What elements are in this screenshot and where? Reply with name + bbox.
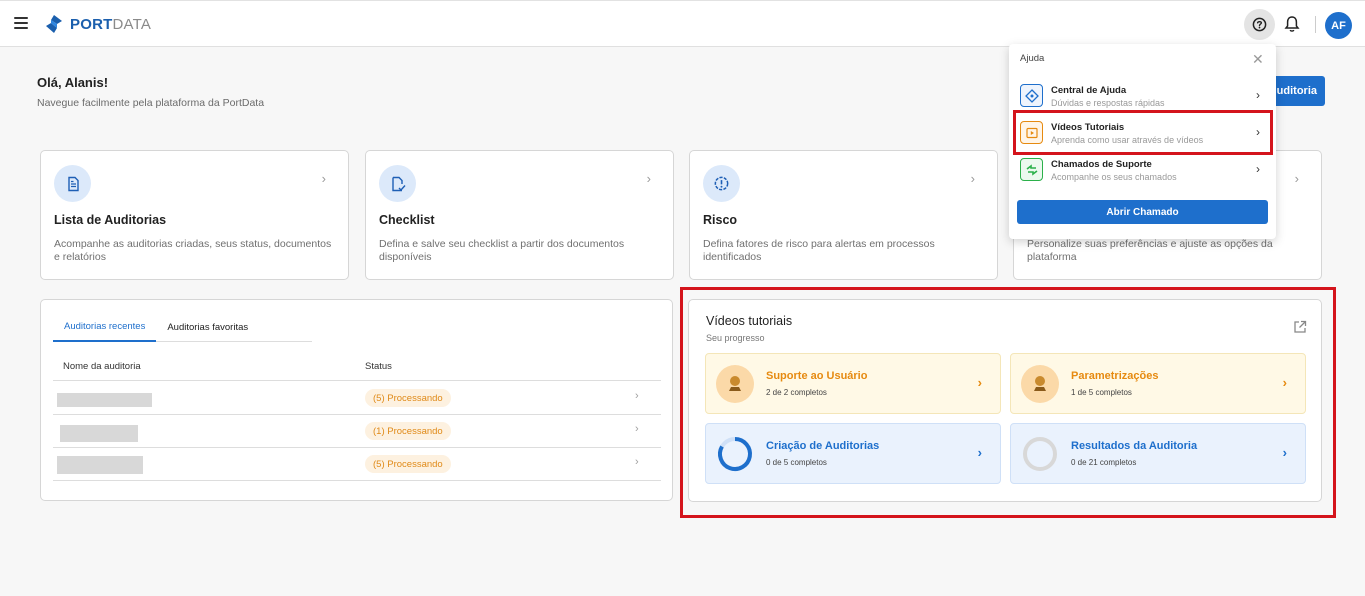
portdata-logo[interactable]: PORTDATA xyxy=(44,14,151,34)
card-description: Defina e salve seu checklist a partir do… xyxy=(379,238,625,263)
help-item-subtitle: Acompanhe os seus chamados xyxy=(1051,172,1177,182)
trophy-icon xyxy=(716,365,754,403)
video-course-parameters[interactable]: Parametrizações 1 de 5 completos › xyxy=(1010,353,1306,414)
video-tutorials-panel: Vídeos tutoriais Seu progresso Suporte a… xyxy=(688,299,1322,502)
column-header-status: Status xyxy=(365,361,392,372)
chevron-right-icon: › xyxy=(635,423,639,435)
status-badge: (5) Processando xyxy=(365,389,451,407)
chevron-right-icon: › xyxy=(321,171,326,186)
chevron-right-icon: › xyxy=(635,456,639,468)
help-item-support-tickets[interactable]: Chamados de Suporte Acompanhe os seus ch… xyxy=(1018,153,1269,187)
chevron-right-icon: › xyxy=(635,390,639,402)
support-ticket-icon xyxy=(1020,158,1043,181)
document-list-icon xyxy=(54,165,91,202)
column-header-name: Nome da auditoria xyxy=(63,361,141,372)
open-ticket-button[interactable]: Abrir Chamado xyxy=(1017,200,1268,224)
chevron-right-icon: › xyxy=(1294,171,1299,186)
help-center-icon xyxy=(1020,84,1043,107)
video-course-progress: 1 de 5 completos xyxy=(1071,388,1132,397)
checklist-icon xyxy=(379,165,416,202)
greeting: Olá, Alanis! Navegue facilmente pela pla… xyxy=(37,75,264,109)
chevron-right-icon: › xyxy=(1256,162,1260,176)
recent-audits-panel: Auditorias recentes Auditorias favoritas… xyxy=(40,299,673,501)
card-title: Lista de Auditorias xyxy=(54,213,167,227)
bell-icon[interactable] xyxy=(1284,15,1300,33)
video-course-progress: 2 de 2 completos xyxy=(766,388,827,397)
table-row[interactable]: (5) Processando › xyxy=(53,448,661,481)
alert-icon xyxy=(703,165,740,202)
video-course-progress: 0 de 5 completos xyxy=(766,458,827,467)
chevron-right-icon: › xyxy=(970,171,975,186)
help-item-help-center[interactable]: Central de Ajuda Dúvidas e respostas ráp… xyxy=(1018,79,1269,113)
card-description: Defina fatores de risco para alertas em … xyxy=(703,238,935,263)
help-item-subtitle: Aprenda como usar através de vídeos xyxy=(1051,135,1204,145)
videos-title: Vídeos tutoriais xyxy=(706,314,793,328)
video-course-title: Suporte ao Usuário xyxy=(766,370,868,382)
chevron-right-icon: › xyxy=(977,375,982,390)
logo-icon xyxy=(46,15,62,33)
chevron-right-icon: › xyxy=(977,445,982,460)
progress-ring-icon xyxy=(1023,437,1057,471)
videos-subtitle: Seu progresso xyxy=(706,333,765,343)
top-bar: PORTDATA AF xyxy=(0,0,1365,47)
video-course-progress: 0 de 21 completos xyxy=(1071,458,1137,467)
help-icon[interactable] xyxy=(1244,9,1275,40)
menu-icon[interactable] xyxy=(14,17,28,29)
video-course-title: Criação de Auditorias xyxy=(766,440,880,452)
help-item-video-tutorials[interactable]: Vídeos Tutoriais Aprenda como usar atrav… xyxy=(1018,116,1269,150)
chevron-right-icon: › xyxy=(646,171,651,186)
tab-recent-audits[interactable]: Auditorias recentes xyxy=(53,312,157,342)
video-course-title: Parametrizações xyxy=(1071,370,1159,382)
card-description: Personalize suas preferências e ajuste a… xyxy=(1027,238,1273,263)
user-avatar[interactable]: AF xyxy=(1325,12,1352,39)
video-course-audit-creation[interactable]: Criação de Auditorias 0 de 5 completos › xyxy=(705,423,1001,484)
page-subtitle: Navegue facilmente pela plataforma da Po… xyxy=(37,97,265,109)
page-title: Olá, Alanis! xyxy=(37,75,109,90)
help-item-subtitle: Dúvidas e respostas rápidas xyxy=(1051,98,1165,108)
trophy-icon xyxy=(1021,365,1059,403)
video-course-audit-results[interactable]: Resultados da Auditoria 0 de 21 completo… xyxy=(1010,423,1306,484)
help-item-title: Central de Ajuda xyxy=(1051,85,1127,96)
redacted-audit-name xyxy=(57,456,143,474)
redacted-audit-name xyxy=(57,393,152,407)
header-divider xyxy=(1315,16,1316,33)
card-audit-list[interactable]: › Lista de Auditorias Acompanhe as audit… xyxy=(40,150,349,280)
chevron-right-icon: › xyxy=(1256,125,1260,139)
progress-ring-icon xyxy=(718,437,752,471)
open-external-icon[interactable] xyxy=(1293,320,1307,334)
audits-tabs: Auditorias recentes Auditorias favoritas xyxy=(53,312,312,342)
help-dropdown-title: Ajuda xyxy=(1020,53,1045,64)
help-dropdown: Ajuda ✕ Central de Ajuda Dúvidas e respo… xyxy=(1009,44,1276,239)
status-badge: (5) Processando xyxy=(365,455,451,473)
table-header: Nome da auditoria Status xyxy=(53,355,661,381)
help-item-title: Vídeos Tutoriais xyxy=(1051,122,1125,133)
card-title: Checklist xyxy=(379,213,435,227)
table-row[interactable]: (1) Processando › xyxy=(53,415,661,448)
card-checklist[interactable]: › Checklist Defina e salve seu checklist… xyxy=(365,150,674,280)
video-course-user-support[interactable]: Suporte ao Usuário 2 de 2 completos › xyxy=(705,353,1001,414)
logo-text: PORTDATA xyxy=(70,15,152,33)
status-badge: (1) Processando xyxy=(365,422,451,440)
table-row[interactable]: (5) Processando › xyxy=(53,382,661,415)
close-icon[interactable]: ✕ xyxy=(1252,52,1264,66)
video-play-icon xyxy=(1020,121,1043,144)
tab-favorite-audits[interactable]: Auditorias favoritas xyxy=(156,312,259,342)
card-description: Acompanhe as auditorias criadas, seus st… xyxy=(54,238,332,263)
video-course-title: Resultados da Auditoria xyxy=(1071,440,1198,452)
chevron-right-icon: › xyxy=(1256,88,1260,102)
help-item-title: Chamados de Suporte xyxy=(1051,159,1152,170)
redacted-audit-name xyxy=(60,425,138,442)
card-title: Risco xyxy=(703,213,738,227)
chevron-right-icon: › xyxy=(1282,375,1287,390)
chevron-right-icon: › xyxy=(1282,445,1287,460)
card-risk[interactable]: › Risco Defina fatores de risco para ale… xyxy=(689,150,998,280)
